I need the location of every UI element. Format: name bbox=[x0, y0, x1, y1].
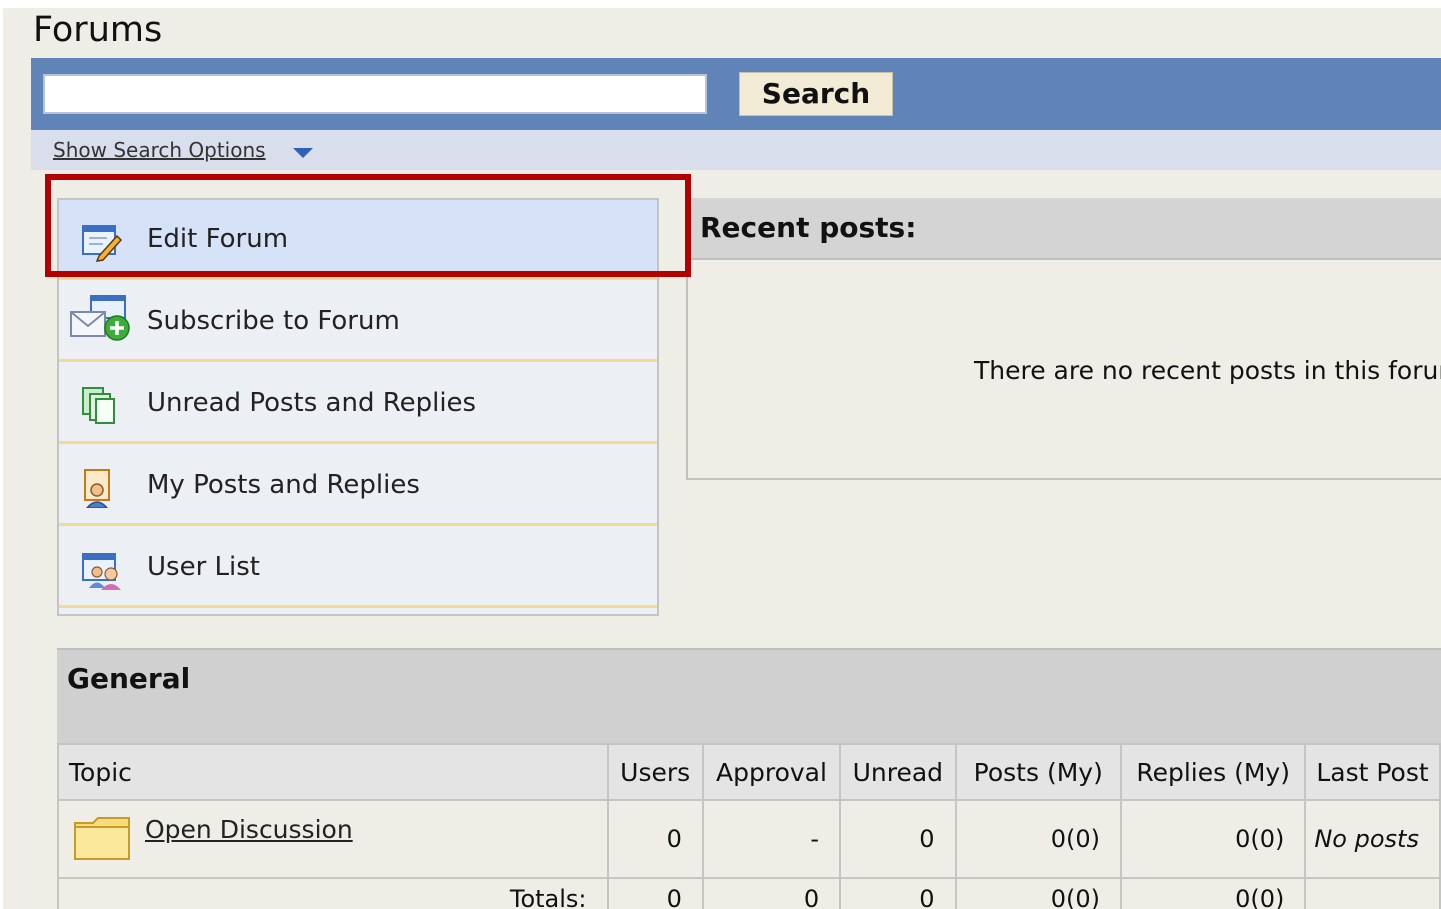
unread-cell: 0 bbox=[839, 799, 957, 879]
menu-item-unread-posts[interactable]: Unread Posts and Replies bbox=[59, 364, 657, 444]
recent-posts-title: Recent posts: bbox=[700, 211, 917, 244]
totals-last bbox=[1304, 877, 1441, 909]
highlight-box bbox=[45, 174, 691, 277]
table-header-row: Topic Users Approval Unread Posts (My) R… bbox=[57, 743, 1441, 801]
menu-item-user-list[interactable]: User List bbox=[59, 528, 657, 608]
folder-icon bbox=[74, 817, 130, 860]
menu-item-subscribe[interactable]: Subscribe to Forum bbox=[59, 282, 657, 362]
search-button[interactable]: Search bbox=[739, 72, 893, 116]
chevron-down-icon[interactable] bbox=[293, 148, 313, 158]
last-post-cell: No posts bbox=[1304, 799, 1441, 879]
totals-users: 0 bbox=[606, 877, 704, 909]
totals-label: Totals: bbox=[57, 877, 609, 909]
users-cell: 0 bbox=[606, 799, 704, 879]
totals-row: Totals: 0 0 0 0(0) 0(0) bbox=[57, 877, 1441, 909]
column-header: Last Post bbox=[1304, 743, 1441, 801]
column-header: Unread bbox=[839, 743, 957, 801]
menu-item-label: Unread Posts and Replies bbox=[147, 388, 477, 418]
subscribe-icon bbox=[70, 295, 130, 341]
column-header: Users bbox=[606, 743, 704, 801]
general-section-header: General bbox=[57, 648, 1441, 744]
totals-posts: 0(0) bbox=[954, 877, 1122, 909]
menu-item-label: Subscribe to Forum bbox=[147, 306, 400, 336]
menu-item-label: My Posts and Replies bbox=[147, 470, 420, 500]
recent-posts-empty-text: There are no recent posts in this forum. bbox=[974, 356, 1441, 385]
totals-approval: 0 bbox=[701, 877, 842, 909]
column-header: Topic bbox=[57, 743, 609, 801]
column-header: Approval bbox=[701, 743, 842, 801]
recent-posts-header: Recent posts: bbox=[686, 198, 1441, 260]
menu-item-label: User List bbox=[147, 552, 260, 582]
user-list-icon bbox=[82, 553, 121, 590]
topic-link[interactable]: Open Discussion bbox=[145, 815, 353, 844]
menu-item-my-posts[interactable]: My Posts and Replies bbox=[59, 446, 657, 526]
posts-cell: 0(0) bbox=[954, 799, 1122, 879]
unread-posts-icon bbox=[82, 387, 115, 424]
search-bar: Search bbox=[31, 58, 1441, 130]
approval-cell: - bbox=[701, 799, 842, 879]
general-section-title: General bbox=[67, 662, 191, 695]
replies-cell: 0(0) bbox=[1119, 799, 1307, 879]
topic-cell: Open Discussion bbox=[57, 799, 609, 879]
totals-unread: 0 bbox=[839, 877, 957, 909]
column-header: Posts (My) bbox=[954, 743, 1122, 801]
recent-posts-body: There are no recent posts in this forum. bbox=[686, 260, 1441, 480]
column-header: Replies (My) bbox=[1119, 743, 1307, 801]
show-search-options-link[interactable]: Show Search Options bbox=[53, 138, 266, 162]
search-input[interactable] bbox=[43, 74, 707, 114]
search-options-bar: Show Search Options bbox=[31, 130, 1441, 170]
table-row: Open Discussion 0 - 0 0(0) 0(0) No posts bbox=[57, 799, 1441, 879]
my-posts-icon bbox=[84, 469, 110, 508]
topics-table: Topic Users Approval Unread Posts (My) R… bbox=[57, 743, 1441, 909]
totals-replies: 0(0) bbox=[1119, 877, 1307, 909]
page-title: Forums bbox=[33, 10, 163, 50]
page-background: Forums Search Show Search Options Edit F… bbox=[3, 8, 1441, 909]
